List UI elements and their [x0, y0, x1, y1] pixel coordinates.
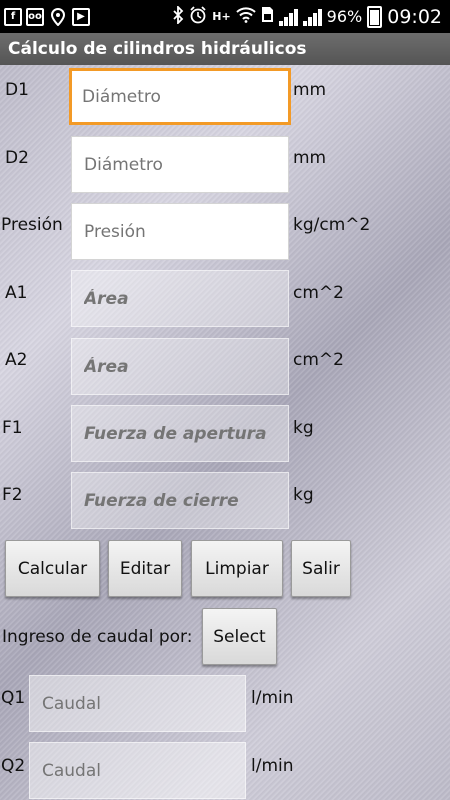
d1-label: D1	[5, 80, 29, 100]
f2-output	[71, 472, 289, 529]
d2-label: D2	[5, 148, 29, 168]
limpiar-button[interactable]: Limpiar	[191, 540, 283, 597]
alarm-icon	[189, 5, 207, 28]
status-bar: f oo ▶ H+ 96% 09:02	[0, 0, 450, 33]
app-title: Cálculo de cilindros hidráulicos	[8, 39, 307, 59]
q2-label: Q2	[1, 756, 26, 776]
presion-label: Presión	[1, 215, 63, 235]
signal-icon	[302, 8, 322, 26]
d2-unit: mm	[293, 148, 327, 168]
a2-label: A2	[5, 350, 28, 370]
caudal-prompt: Ingreso de caudal por:	[2, 627, 193, 647]
q1-label: Q1	[1, 688, 26, 708]
a2-output	[71, 338, 289, 395]
select-button[interactable]: Select	[202, 608, 277, 665]
sim-icon	[261, 6, 274, 27]
q1-unit: l/min	[251, 688, 294, 708]
f2-unit: kg	[293, 485, 314, 505]
wifi-icon	[235, 6, 256, 27]
f1-unit: kg	[293, 418, 314, 438]
signal-icon	[278, 8, 298, 26]
location-icon	[48, 7, 68, 27]
a1-unit: cm^2	[293, 283, 344, 303]
presion-input[interactable]	[71, 203, 289, 260]
calcular-button[interactable]: Calcular	[5, 540, 100, 597]
hplus-icon: H+	[212, 10, 231, 23]
q2-input[interactable]	[29, 742, 246, 799]
salir-button[interactable]: Salir	[291, 540, 351, 597]
battery-icon	[367, 5, 383, 28]
f2-label: F2	[2, 485, 23, 505]
a1-label: A1	[5, 283, 28, 303]
clock: 09:02	[387, 5, 442, 28]
a2-unit: cm^2	[293, 350, 344, 370]
facebook-icon: f	[4, 7, 22, 26]
f1-output	[71, 405, 289, 462]
battery-percent: 96%	[326, 7, 363, 26]
q1-input[interactable]	[29, 675, 246, 732]
d2-input[interactable]	[71, 136, 289, 193]
editar-button[interactable]: Editar	[108, 540, 182, 597]
play-store-icon: ▶	[72, 7, 90, 26]
bluetooth-icon	[172, 4, 184, 28]
q2-unit: l/min	[251, 756, 294, 776]
presion-unit: kg/cm^2	[293, 215, 371, 235]
app-title-bar: Cálculo de cilindros hidráulicos	[0, 33, 450, 65]
d1-input[interactable]	[69, 68, 291, 125]
a1-output	[71, 270, 289, 327]
voicemail-icon: oo	[26, 7, 44, 26]
d1-unit: mm	[293, 80, 327, 100]
f1-label: F1	[2, 418, 23, 438]
